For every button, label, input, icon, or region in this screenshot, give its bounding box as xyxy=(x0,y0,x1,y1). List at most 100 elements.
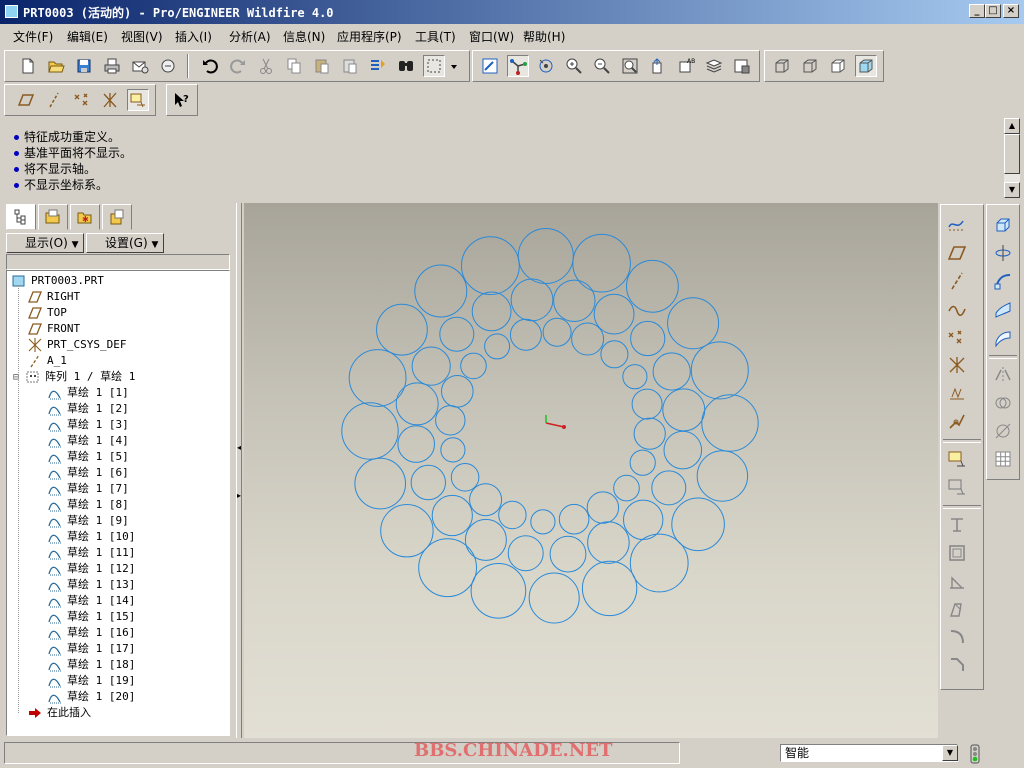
send-mail-icon[interactable] xyxy=(129,55,151,77)
tree-item-sketch[interactable]: 草绘 1 [13] xyxy=(47,577,135,593)
connections-tab-icon[interactable] xyxy=(102,204,132,230)
maximize-button[interactable]: □ xyxy=(985,4,1001,18)
datum-plane-display-icon[interactable] xyxy=(15,89,37,111)
tree-item-sketch[interactable]: 草绘 1 [15] xyxy=(47,609,135,625)
tree-item--1-1[interactable]: ⊟ 阵列 1 / 草绘 1 xyxy=(13,369,135,385)
sketch-circle[interactable] xyxy=(507,535,544,572)
save-icon[interactable] xyxy=(73,55,95,77)
sketch-circle[interactable] xyxy=(484,333,511,360)
expand-right-icon[interactable]: ▸ xyxy=(237,491,241,500)
zoom-out-icon[interactable] xyxy=(591,55,613,77)
sketch-circle[interactable] xyxy=(431,494,473,537)
tree-item-sketch[interactable]: 草绘 1 [9] xyxy=(47,513,129,529)
menu-insert[interactable]: 插入(I) xyxy=(175,28,212,45)
tree-item-front[interactable]: FRONT xyxy=(27,321,80,337)
sketch-circle[interactable] xyxy=(530,509,556,535)
tree-item-sketch[interactable]: 草绘 1 [6] xyxy=(47,465,129,481)
tree-item-sketch[interactable]: 草绘 1 [11] xyxy=(47,545,135,561)
scroll-up-icon[interactable]: ▲ xyxy=(1004,118,1020,134)
tree-item-sketch[interactable]: 草绘 1 [4] xyxy=(47,433,129,449)
show-dropdown-button[interactable]: 显示(O) ▼ xyxy=(6,233,84,253)
tree-item-sketch[interactable]: 草绘 1 [7] xyxy=(47,481,129,497)
context-help-icon[interactable]: ? xyxy=(171,89,193,111)
sketch-datum-curve-icon[interactable] xyxy=(945,213,969,237)
sketch-circle[interactable] xyxy=(395,382,439,426)
paste-special-icon[interactable] xyxy=(339,55,361,77)
mirror-tool-icon[interactable] xyxy=(991,363,1015,387)
boundary-blend-icon[interactable] xyxy=(991,297,1015,321)
trim-tool-icon[interactable] xyxy=(991,419,1015,443)
sketch-circle[interactable] xyxy=(380,504,434,558)
sketch-circle[interactable] xyxy=(558,503,590,535)
datum-plane-tool-icon[interactable] xyxy=(945,241,969,265)
open-folder-icon[interactable] xyxy=(45,55,67,77)
filter-dropdown-icon[interactable]: ▼ xyxy=(942,745,958,761)
hole-tool-icon[interactable] xyxy=(945,513,969,537)
sketch-circle[interactable] xyxy=(341,402,399,460)
sketch-circle[interactable] xyxy=(441,375,474,408)
revolve-tool-icon[interactable] xyxy=(991,241,1015,265)
sketch-circle[interactable] xyxy=(542,317,572,347)
cut-icon[interactable] xyxy=(255,55,277,77)
datum-point-tool-icon[interactable] xyxy=(945,325,969,349)
sketch-circle[interactable] xyxy=(414,264,468,318)
datum-axis-display-icon[interactable] xyxy=(43,89,65,111)
tree-item-top[interactable]: TOP xyxy=(27,305,67,321)
menu-applications[interactable]: 应用程序(P) xyxy=(337,28,402,45)
tree-item-sketch[interactable]: 草绘 1 [2] xyxy=(47,401,129,417)
menu-info[interactable]: 信息(N) xyxy=(283,28,325,45)
annotation-display-icon[interactable] xyxy=(127,89,149,111)
sketch-circle[interactable] xyxy=(510,278,554,322)
orient-mode-icon[interactable] xyxy=(535,55,557,77)
sketch-circle[interactable] xyxy=(461,236,520,295)
settings-dropdown-button[interactable]: 设置(G) ▼ xyxy=(86,233,164,253)
shell-tool-icon[interactable] xyxy=(945,541,969,565)
csys-display-icon[interactable] xyxy=(99,89,121,111)
sketch-circle[interactable] xyxy=(586,491,620,524)
sketch-circle[interactable] xyxy=(626,259,679,313)
paste-icon[interactable] xyxy=(311,55,333,77)
menu-window[interactable]: 窗口(W) xyxy=(469,28,514,45)
zoom-in-icon[interactable] xyxy=(563,55,585,77)
print-icon[interactable] xyxy=(101,55,123,77)
layers-icon[interactable] xyxy=(703,55,725,77)
pattern-tool-icon[interactable] xyxy=(991,447,1015,471)
sketch-circle[interactable] xyxy=(696,450,749,502)
sketch-circle[interactable] xyxy=(651,470,687,506)
sketch-circle[interactable] xyxy=(410,464,447,501)
sketch-circle[interactable] xyxy=(411,346,451,386)
tree-item-right[interactable]: RIGHT xyxy=(27,289,80,305)
sketch-circle[interactable] xyxy=(663,430,703,470)
redo-icon[interactable] xyxy=(227,55,249,77)
favorites-tab-icon[interactable]: ✱ xyxy=(70,204,100,230)
sketch-circle[interactable] xyxy=(498,500,527,530)
sketch-circle[interactable] xyxy=(572,233,631,293)
sketch-circle[interactable] xyxy=(631,388,663,420)
copy-icon[interactable] xyxy=(283,55,305,77)
model-canvas[interactable] xyxy=(244,203,938,738)
tree-item-sketch[interactable]: 草绘 1 [12] xyxy=(47,561,135,577)
collapse-left-icon[interactable]: ◂ xyxy=(237,443,241,452)
sketch-circle[interactable] xyxy=(633,417,666,450)
csys-tool-icon[interactable] xyxy=(945,353,969,377)
edit-sketch-icon[interactable] xyxy=(945,475,969,499)
sketch-circle[interactable] xyxy=(354,457,406,510)
tree-item-sketch[interactable]: 草绘 1 [14] xyxy=(47,593,135,609)
view-manager-icon[interactable] xyxy=(731,55,753,77)
tree-item-sketch[interactable]: 草绘 1 [16] xyxy=(47,625,135,641)
sketch-circle[interactable] xyxy=(593,293,635,335)
spin-center-icon[interactable] xyxy=(507,55,529,77)
sketch-circle[interactable] xyxy=(667,297,720,350)
sketch-circle[interactable] xyxy=(517,228,574,284)
insert-datum-icon[interactable] xyxy=(945,409,969,433)
sketch-circle[interactable] xyxy=(571,322,605,356)
undo-icon[interactable] xyxy=(199,55,221,77)
refit-icon[interactable] xyxy=(619,55,641,77)
shading-icon[interactable] xyxy=(855,55,877,77)
menu-analysis[interactable]: 分析(A) xyxy=(229,28,271,45)
sketch-circle[interactable] xyxy=(464,518,507,561)
menu-edit[interactable]: 编辑(E) xyxy=(67,28,108,45)
sketch-circle[interactable] xyxy=(509,318,542,351)
sketch-circle[interactable] xyxy=(629,533,689,593)
hidden-line-icon[interactable] xyxy=(799,55,821,77)
